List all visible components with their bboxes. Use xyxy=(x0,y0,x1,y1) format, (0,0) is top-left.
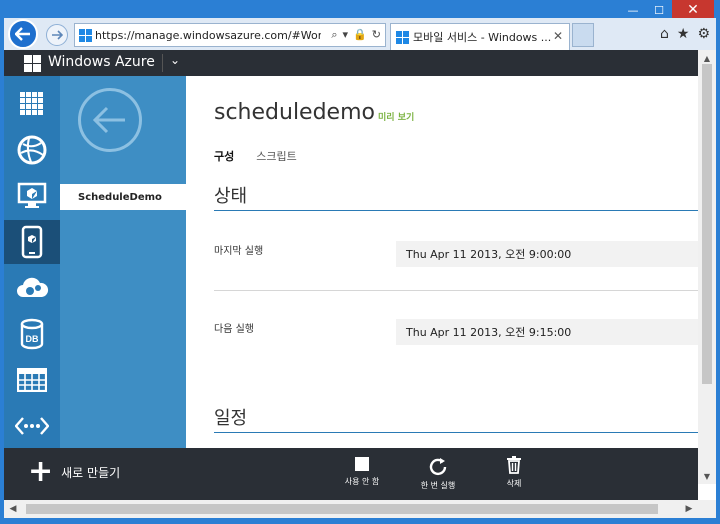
network-icon xyxy=(15,417,49,435)
status-heading: 상태 xyxy=(214,186,248,207)
nav-mobile-services[interactable] xyxy=(4,220,60,264)
arrow-left-icon xyxy=(93,106,125,134)
database-icon: DB xyxy=(20,318,44,350)
address-url: https://manage.windowsazure.com/#Workspa… xyxy=(95,28,321,42)
monitor-icon xyxy=(17,182,47,208)
disable-button[interactable]: 사용 안 함 xyxy=(332,456,392,487)
azure-brand[interactable]: Windows Azure xyxy=(48,54,155,70)
windows-logo-icon xyxy=(24,55,41,72)
content-tabs: 구성 스크립트 xyxy=(214,148,297,164)
forward-button[interactable] xyxy=(46,24,68,46)
phone-icon xyxy=(21,225,43,259)
dropdown-icon[interactable]: ▾ xyxy=(343,28,349,42)
next-run-value: Thu Apr 11 2013, 오전 9:15:00 xyxy=(396,319,698,345)
table-icon xyxy=(17,368,47,392)
address-bar[interactable]: https://manage.windowsazure.com/#Workspa… xyxy=(74,23,386,47)
trash-icon xyxy=(507,456,521,474)
page-title: scheduledemo xyxy=(214,100,375,125)
tab-mobile-services[interactable]: 모바일 서비스 - Windows ... ✕ xyxy=(390,23,570,50)
favorites-star-icon[interactable]: ★ xyxy=(677,26,690,42)
windows-logo-icon xyxy=(396,31,409,44)
schedule-heading: 일정 xyxy=(214,408,248,429)
vertical-scrollbar[interactable]: ▲ ▼ xyxy=(698,50,716,484)
delete-button[interactable]: 삭제 xyxy=(484,456,544,489)
db-label: DB xyxy=(26,334,39,344)
browser-window: — ☐ ✕ https://manage.windowsazure.com/#W… xyxy=(0,0,720,524)
status-rule xyxy=(214,210,698,211)
new-button[interactable]: + 새로 만들기 xyxy=(28,454,121,489)
search-icon[interactable]: ⌕ xyxy=(331,28,337,42)
nav-storage[interactable] xyxy=(4,358,60,402)
main-content: scheduledemo 미리 보기 구성 스크립트 상태 마지막 실행 Thu… xyxy=(186,76,698,448)
plus-icon: + xyxy=(28,454,54,489)
refresh-icon xyxy=(429,458,447,476)
subnav-back-button[interactable] xyxy=(78,88,142,152)
arrow-right-icon xyxy=(52,30,63,40)
chevron-down-icon[interactable]: ⌄ xyxy=(170,53,180,67)
schedule-rule xyxy=(214,432,698,433)
nav-websites[interactable] xyxy=(4,128,60,172)
cloud-gear-icon xyxy=(17,277,49,297)
preview-link[interactable]: 미리 보기 xyxy=(378,110,414,123)
tab-close-icon[interactable]: ✕ xyxy=(553,29,563,43)
nav-rail: DB xyxy=(4,76,60,448)
nav-cloud-services[interactable] xyxy=(4,266,60,310)
header-divider xyxy=(162,54,163,72)
new-label: 새로 만들기 xyxy=(61,465,121,480)
nav-networks[interactable] xyxy=(4,404,60,448)
home-icon[interactable]: ⌂ xyxy=(660,26,669,42)
page-viewport: Windows Azure ⌄ DB ScheduleDemo schedule… xyxy=(4,50,716,500)
lock-icon[interactable]: 🔒 xyxy=(353,28,367,42)
horizontal-scrollbar[interactable]: ◀ ▶ xyxy=(4,500,716,518)
next-run-label: 다음 실행 xyxy=(214,324,254,335)
address-tools: ⌕ ▾ 🔒 ↻ xyxy=(331,28,381,42)
horizontal-scroll-thumb[interactable] xyxy=(26,504,658,514)
subnav-panel: ScheduleDemo xyxy=(60,76,186,448)
settings-gear-icon[interactable]: ⚙ xyxy=(697,26,710,42)
refresh-icon[interactable]: ↻ xyxy=(372,28,381,42)
browser-actions: ⌂ ★ ⚙ xyxy=(660,26,710,42)
run-once-button[interactable]: 한 번 실행 xyxy=(408,456,468,491)
browser-toolbar: https://manage.windowsazure.com/#Workspa… xyxy=(4,18,716,50)
azure-header: Windows Azure ⌄ xyxy=(4,50,698,76)
disable-label: 사용 안 함 xyxy=(344,477,380,486)
tab-configure[interactable]: 구성 xyxy=(214,148,234,164)
last-run-label: 마지막 실행 xyxy=(214,246,264,257)
stop-icon xyxy=(355,457,369,471)
tab-script[interactable]: 스크립트 xyxy=(256,148,296,164)
close-window-button[interactable]: ✕ xyxy=(672,0,714,20)
run-once-label: 한 번 실행 xyxy=(420,481,456,490)
globe-icon xyxy=(17,135,47,165)
maximize-button[interactable]: ☐ xyxy=(646,0,672,20)
subnav-item-scheduledemo[interactable]: ScheduleDemo xyxy=(60,184,186,210)
new-tab-button[interactable] xyxy=(572,23,594,47)
grid-icon xyxy=(20,92,43,115)
arrow-left-icon xyxy=(15,27,30,41)
windows-logo-icon xyxy=(79,29,92,42)
nav-virtual-machines[interactable] xyxy=(4,174,60,218)
scroll-left-icon[interactable]: ◀ xyxy=(4,500,22,518)
tab-title: 모바일 서비스 - Windows ... xyxy=(413,31,552,44)
delete-label: 삭제 xyxy=(506,479,522,488)
scroll-right-icon[interactable]: ▶ xyxy=(680,500,698,518)
nav-sql-databases[interactable]: DB xyxy=(4,312,60,356)
command-bar: + 새로 만들기 사용 안 함 한 번 실행 삭제 xyxy=(4,448,698,500)
back-button[interactable] xyxy=(8,19,38,49)
nav-all-items[interactable] xyxy=(4,82,60,126)
scroll-down-icon[interactable]: ▼ xyxy=(698,468,716,484)
minimize-button[interactable]: — xyxy=(620,0,646,20)
field-divider xyxy=(214,290,698,291)
window-controls: — ☐ ✕ xyxy=(620,0,714,20)
last-run-value: Thu Apr 11 2013, 오전 9:00:00 xyxy=(396,241,698,267)
scroll-thumb[interactable] xyxy=(702,64,712,384)
